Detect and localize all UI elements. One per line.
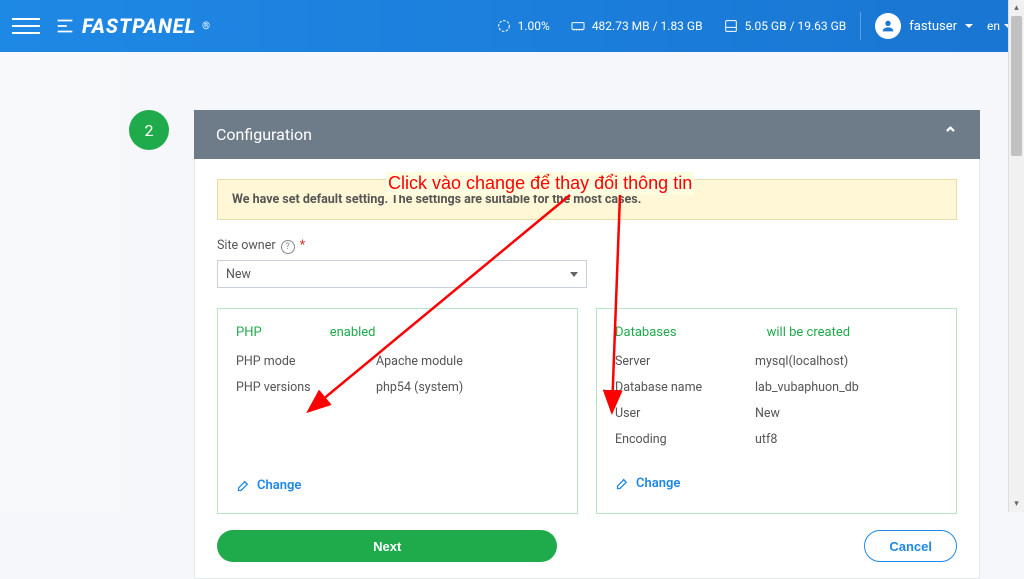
logo-icon (54, 15, 76, 37)
kv-key: User (615, 406, 755, 421)
change-label: Change (636, 476, 680, 491)
avatar-icon (875, 13, 901, 39)
cpu-value: 1.00% (518, 19, 550, 33)
chevron-up-icon: ⌃ (943, 124, 958, 145)
kv-key: PHP versions (236, 380, 376, 395)
logo[interactable]: FASTPANEL ® (54, 14, 210, 38)
header-stats: 1.00% 482.73 MB / 1.83 GB 5.05 GB / 19.6… (496, 18, 847, 34)
registered-icon: ® (202, 21, 210, 32)
php-card-title: PHP (236, 325, 262, 340)
kv-value: mysql(localhost) (755, 354, 848, 369)
kv-key: Server (615, 354, 755, 369)
db-change-link[interactable]: Change (615, 476, 680, 491)
scroll-down-icon[interactable]: ▾ (1009, 496, 1024, 512)
table-row: PHP modeApache module (236, 354, 559, 369)
site-owner-select[interactable]: New (217, 260, 587, 288)
disk-value: 5.05 GB / 19.63 GB (745, 19, 847, 33)
panel-title: Configuration (216, 125, 312, 144)
kv-value: Apache module (376, 354, 463, 369)
step-number-badge: 2 (129, 110, 169, 150)
site-owner-label: Site owner ? * (217, 238, 957, 254)
change-label: Change (257, 478, 301, 493)
select-value: New (226, 267, 251, 282)
kv-key: Encoding (615, 432, 755, 447)
php-card: PHP enabled PHP modeApache module PHP ve… (217, 308, 578, 514)
kv-key: Database name (615, 380, 755, 395)
cpu-icon (496, 18, 512, 34)
db-card: Databases will be created Servermysql(lo… (596, 308, 957, 514)
user-menu[interactable]: fastuser (875, 13, 973, 39)
php-change-link[interactable]: Change (236, 478, 301, 493)
header-divider (860, 12, 861, 40)
scroll-thumb[interactable] (1011, 16, 1022, 156)
kv-key: PHP mode (236, 354, 376, 369)
owner-label-text: Site owner (217, 238, 276, 253)
memory-value: 482.73 MB / 1.83 GB (592, 19, 703, 33)
table-row: UserNew (615, 406, 938, 421)
app-header: FASTPANEL ® 1.00% 482.73 MB / 1.83 GB 5.… (0, 0, 1024, 52)
logo-text: FASTPANEL (82, 14, 196, 38)
help-icon[interactable]: ? (281, 240, 295, 254)
memory-icon (570, 18, 586, 34)
kv-value: php54 (system) (376, 380, 463, 395)
panel-header[interactable]: Configuration ⌃ (194, 110, 980, 159)
table-row: Servermysql(localhost) (615, 354, 938, 369)
disk-stat: 5.05 GB / 19.63 GB (723, 18, 847, 34)
kv-value: utf8 (755, 432, 777, 447)
username: fastuser (909, 19, 957, 34)
info-notice: We have set default setting. The setting… (217, 179, 957, 220)
kv-value: lab_vubaphuon_db (755, 380, 859, 395)
chevron-down-icon (570, 272, 578, 277)
chevron-down-icon (965, 24, 973, 28)
kv-value: New (755, 406, 780, 421)
hamburger-menu-icon[interactable] (12, 12, 40, 40)
edit-icon (615, 476, 630, 491)
table-row: PHP versionsphp54 (system) (236, 380, 559, 395)
vertical-scrollbar[interactable]: ▴ ▾ (1008, 0, 1024, 512)
table-row: Database namelab_vubaphuon_db (615, 380, 938, 395)
db-card-status: will be created (767, 325, 850, 340)
scroll-up-icon[interactable]: ▴ (1009, 0, 1024, 16)
php-card-status: enabled (330, 325, 376, 340)
notice-text: We have set default setting. The setting… (232, 192, 641, 207)
disk-icon (723, 18, 739, 34)
lang-value: en (987, 19, 1000, 33)
cancel-button[interactable]: Cancel (864, 530, 957, 562)
edit-icon (236, 478, 251, 493)
cpu-stat: 1.00% (496, 18, 550, 34)
memory-stat: 482.73 MB / 1.83 GB (570, 18, 703, 34)
table-row: Encodingutf8 (615, 432, 938, 447)
panel-body: We have set default setting. The setting… (194, 159, 980, 579)
required-indicator: * (300, 238, 305, 253)
db-card-title: Databases (615, 325, 677, 340)
next-button[interactable]: Next (217, 530, 557, 562)
